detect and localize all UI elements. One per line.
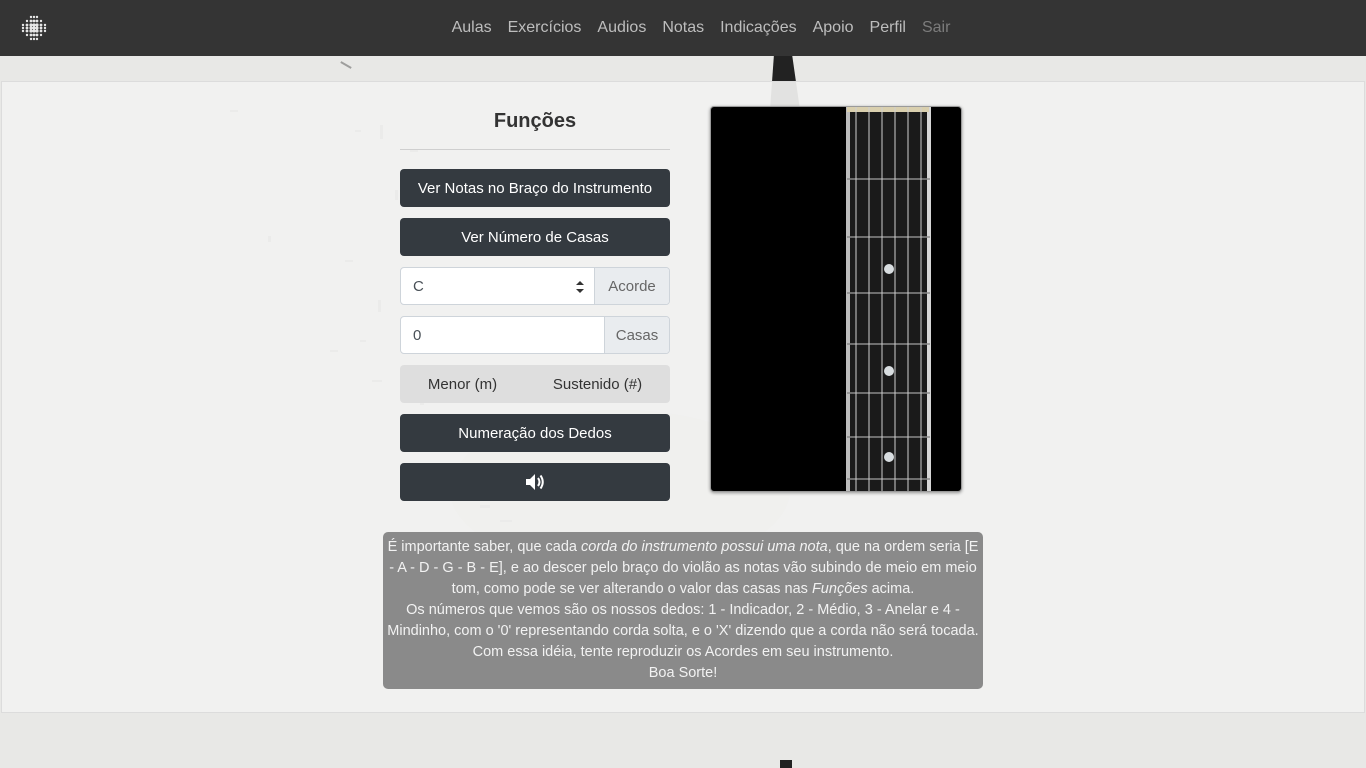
nav-link-aulas[interactable]: Aulas	[452, 19, 492, 37]
show-notes-button[interactable]: Ver Notas no Braço do Instrumento	[400, 169, 670, 207]
select-arrows-icon	[576, 281, 584, 293]
nav-link-apoio[interactable]: Apoio	[813, 19, 854, 37]
nav-link-indicacoes[interactable]: Indicações	[720, 19, 797, 37]
info-text: acima.	[867, 581, 915, 597]
nav-link-exercicios[interactable]: Exercícios	[508, 19, 582, 37]
chord-select[interactable]: C	[401, 268, 594, 304]
info-emphasis: corda do instrumento possui uma nota	[581, 539, 828, 555]
chord-select-group: C Acorde	[400, 267, 670, 305]
info-paragraph-fingers: Os números que vemos são os nossos dedos…	[387, 602, 979, 660]
frets-addon-label: Casas	[604, 317, 669, 353]
frets-input[interactable]: 0	[401, 317, 604, 353]
info-emphasis: Funções	[811, 581, 868, 597]
nav-link-sair[interactable]: Sair	[922, 19, 950, 37]
nav-links: Aulas Exercícios Audios Notas Indicações…	[0, 0, 1366, 56]
info-text: É importante saber, que cada	[387, 539, 582, 555]
functions-title: Funções	[493, 110, 577, 132]
title-divider	[400, 149, 670, 150]
info-paragraph-goodluck: Boa Sorte!	[648, 665, 718, 681]
guitar-fretboard-image	[710, 106, 962, 492]
chord-addon-label: Acorde	[594, 268, 669, 304]
chord-select-value: C	[413, 277, 424, 295]
nav-link-perfil[interactable]: Perfil	[870, 19, 906, 37]
nav-link-notas[interactable]: Notas	[662, 19, 704, 37]
nav-link-audios[interactable]: Audios	[597, 19, 646, 37]
fretboard-drawing	[846, 107, 931, 491]
minor-toggle[interactable]: Menor (m)	[428, 376, 497, 393]
chord-modifier-toggles: Menor (m) Sustenido (#)	[400, 365, 670, 403]
sharp-toggle[interactable]: Sustenido (#)	[553, 376, 642, 393]
frets-input-value: 0	[413, 326, 422, 344]
play-sound-button[interactable]	[400, 463, 670, 501]
finger-numbers-button[interactable]: Numeração dos Dedos	[400, 414, 670, 452]
top-navbar: Aulas Exercícios Audios Notas Indicações…	[0, 0, 1366, 56]
info-paragraph-strings: É importante saber, que cada corda do in…	[387, 537, 979, 600]
show-frets-button[interactable]: Ver Número de Casas	[400, 218, 670, 256]
info-text-box: É importante saber, que cada corda do in…	[383, 532, 983, 689]
volume-up-icon	[526, 474, 544, 490]
frets-input-group: 0 Casas	[400, 316, 670, 354]
